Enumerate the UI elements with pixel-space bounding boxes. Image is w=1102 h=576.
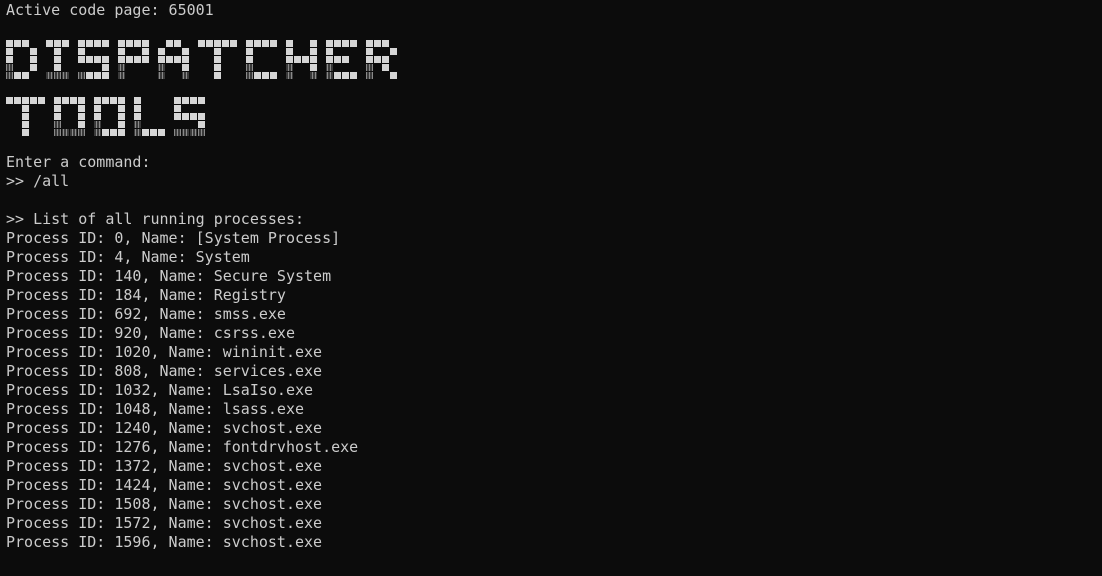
process-row: Process ID: 1572, Name: svchost.exe (6, 514, 323, 532)
process-list: Process ID: 0, Name: [System Process] Pro… (6, 229, 1096, 552)
process-row: Process ID: 1596, Name: svchost.exe (6, 533, 323, 551)
banner-letter-l (134, 97, 165, 136)
process-row: Process ID: 1020, Name: wininit.exe (6, 343, 323, 361)
banner-letter-t (6, 97, 45, 136)
code-page-line: Active code page: 65001 (6, 1, 214, 19)
process-row: Process ID: 1276, Name: fontdrvhost.exe (6, 438, 359, 456)
banner-letter-h (286, 40, 317, 79)
process-row: Process ID: 1240, Name: svchost.exe (6, 419, 323, 437)
process-row: Process ID: 1372, Name: svchost.exe (6, 457, 323, 475)
banner-letter-d (6, 40, 37, 79)
banner-line-tools (6, 93, 1096, 141)
banner-letter-c (246, 40, 277, 79)
process-row: Process ID: 0, Name: [System Process] (6, 229, 341, 247)
banner-letter-o (54, 97, 85, 136)
terminal-window[interactable]: Active code page: 65001 Enter a command:… (0, 0, 1102, 576)
banner-letter-a (158, 40, 189, 79)
process-row: Process ID: 4, Name: System (6, 248, 250, 266)
process-row: Process ID: 1424, Name: svchost.exe (6, 476, 323, 494)
banner-letter-i (46, 40, 69, 79)
process-row: Process ID: 692, Name: smss.exe (6, 305, 286, 323)
banner-letter-r (366, 40, 397, 79)
process-row: Process ID: 1032, Name: LsaIso.exe (6, 381, 314, 399)
banner-letter-e (326, 40, 357, 79)
ascii-banner (6, 36, 1096, 141)
command-input-line[interactable]: >> /all (6, 172, 1096, 191)
process-row: Process ID: 1048, Name: lsass.exe (6, 400, 305, 418)
process-row: Process ID: 140, Name: Secure System (6, 267, 332, 285)
process-row: Process ID: 1508, Name: svchost.exe (6, 495, 323, 513)
command-prompt-label: Enter a command: (6, 153, 151, 171)
banner-letter-s (78, 40, 109, 79)
banner-text-dispatcher (6, 40, 397, 79)
process-list-header: >> List of all running processes: (6, 210, 305, 228)
process-row: Process ID: 808, Name: services.exe (6, 362, 323, 380)
process-row: Process ID: 184, Name: Registry (6, 286, 286, 304)
banner-text-tools (6, 97, 205, 136)
banner-letter-t (198, 40, 237, 79)
banner-letter-s (174, 97, 205, 136)
process-row: Process ID: 920, Name: csrss.exe (6, 324, 295, 342)
banner-line-dispatcher (6, 36, 1096, 84)
banner-letter-p (118, 40, 149, 79)
banner-letter-o (94, 97, 125, 136)
